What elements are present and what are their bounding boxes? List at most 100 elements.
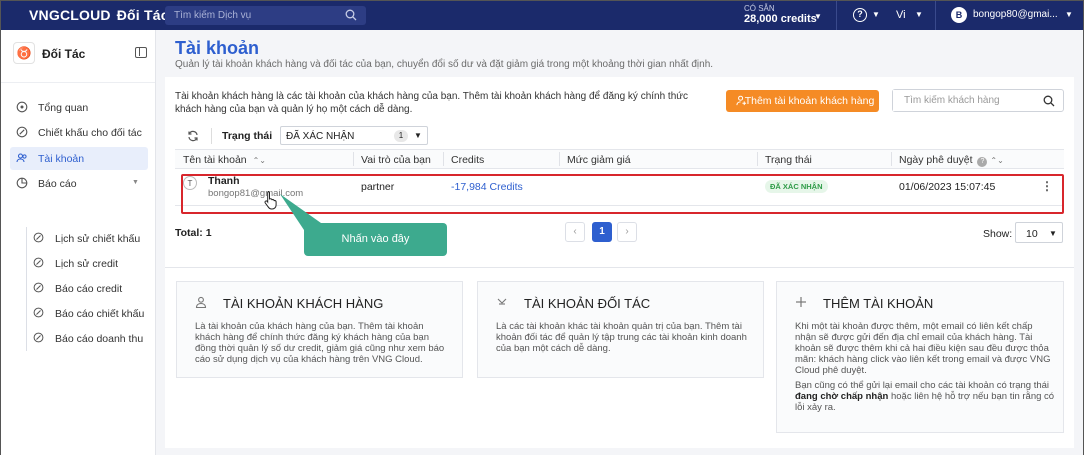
- help-icon[interactable]: ?: [853, 8, 867, 22]
- sidebar-item-label: Lịch sử chiết khấu: [55, 233, 141, 245]
- users-icon: [16, 153, 27, 163]
- language-select[interactable]: Vi: [896, 9, 906, 21]
- status-filter-count: 1: [394, 130, 408, 142]
- sidebar-item-label: Báo cáo doanh thu: [55, 333, 144, 345]
- info-card-line: lỗi xảy ra.: [795, 402, 836, 413]
- search-icon[interactable]: [345, 9, 357, 21]
- page-size-select[interactable]: 10 ▼: [1015, 222, 1063, 243]
- plus-icon: [796, 297, 806, 307]
- sidebar-item-label: Tổng quan: [38, 102, 89, 114]
- chevron-down-icon[interactable]: ▼: [872, 10, 880, 19]
- column-header-account-name[interactable]: Tên tài khoản ⌃⌄: [183, 154, 266, 166]
- chevron-down-icon[interactable]: ▼: [1065, 10, 1073, 19]
- next-page-button[interactable]: ›: [617, 222, 637, 242]
- sidebar-subitem-discount-history[interactable]: Lịch sử chiết khấu: [25, 228, 147, 248]
- divider: [353, 152, 354, 166]
- divider: [935, 1, 936, 30]
- status-filter-value: ĐÃ XÁC NHẬN: [286, 131, 355, 142]
- status-filter-select[interactable]: ĐÃ XÁC NHẬN 1 ▼: [280, 126, 428, 145]
- info-card-line: của bạn một cách dễ dàng.: [496, 343, 611, 354]
- column-header-approved-date[interactable]: Ngày phê duyệt ? ⌃⌄: [899, 154, 1004, 167]
- sidebar-item-label: Chiết khấu cho đối tác: [38, 127, 142, 139]
- info-card-body: Khi một tài khoản được thêm, một email c…: [795, 321, 1050, 376]
- search-icon[interactable]: [1043, 95, 1055, 107]
- logo[interactable]: VNGCLOUD Đối Tác: [29, 7, 169, 23]
- info-card-line: Cloud phê duyệt.: [795, 365, 867, 376]
- credit-value: 28,000 credits: [744, 13, 817, 25]
- percent-icon: [33, 257, 44, 268]
- divider: [836, 1, 837, 30]
- sidebar-brand-label: Đối Tác: [42, 47, 86, 61]
- column-header-credits: Credits: [451, 154, 485, 166]
- info-card-line: Là các tài khoản khác tài khoản quản trị…: [496, 321, 742, 332]
- percent-icon: [33, 307, 44, 318]
- prev-page-button[interactable]: ‹: [565, 222, 585, 242]
- percent-icon: [33, 332, 44, 343]
- service-search-input[interactable]: [165, 6, 335, 25]
- percent-icon: [16, 126, 28, 138]
- info-card-line: Bạn cũng có thể gửi lại email cho các tà…: [795, 380, 1050, 391]
- info-card-bold: đang chờ chấp nhận: [795, 391, 889, 402]
- sidebar-subitem-revenue-report[interactable]: Báo cáo doanh thu: [25, 328, 147, 348]
- divider: [165, 267, 1074, 268]
- partner-icon: [497, 298, 507, 305]
- info-card-line: nhận sẽ được gửi đến địa chỉ email của k…: [795, 332, 1033, 343]
- info-card-line: mãn: khách hàng click vào liên kết trong…: [795, 354, 1051, 365]
- collapse-sidebar-icon[interactable]: [135, 47, 147, 58]
- credit-balance[interactable]: CÓ SẴN 28,000 credits ▼: [744, 4, 822, 25]
- user-menu[interactable]: bongop80@gmai...: [973, 9, 1058, 20]
- column-header-discount: Mức giảm giá: [567, 154, 631, 166]
- sidebar-subitem-discount-report[interactable]: Báo cáo chiết khấu: [25, 303, 147, 323]
- chevron-down-icon: ▼: [1049, 229, 1057, 238]
- add-customer-account-button[interactable]: Thêm tài khoản khách hàng: [726, 90, 879, 112]
- service-search[interactable]: [165, 6, 366, 25]
- logo-vng: VNG: [29, 7, 60, 23]
- divider: [211, 128, 212, 144]
- info-icon: ?: [977, 157, 988, 167]
- sidebar-item-label: Tài khoản: [38, 153, 85, 165]
- main-content: Tài khoản Quản lý tài khoản khách hàng v…: [156, 30, 1083, 455]
- divider: [1, 82, 155, 83]
- chevron-down-icon[interactable]: ▼: [915, 10, 923, 19]
- customer-search-input[interactable]: [893, 90, 1033, 111]
- column-header-label: Tên tài khoản: [183, 154, 247, 166]
- info-card-body: Là các tài khoản khác tài khoản quản trị…: [496, 321, 747, 354]
- info-card-title: TÀI KHOẢN ĐỐI TÁC: [524, 296, 651, 311]
- info-card-line: đồng thời quản lý số dư credit, giảm giá…: [195, 343, 445, 354]
- chevron-down-icon: ▼: [414, 131, 422, 140]
- logo-cloud: CLOUD: [59, 7, 111, 23]
- refresh-icon[interactable]: [187, 130, 199, 142]
- column-header-status: Trạng thái: [765, 154, 812, 166]
- info-card-line: khoản đối tác để quản lý tập trung các t…: [496, 332, 747, 343]
- home-icon: [16, 101, 28, 113]
- partner-logo-icon: ♉: [13, 42, 35, 64]
- divider: [757, 152, 758, 166]
- hand-cursor-icon: [264, 191, 277, 210]
- user-icon: [195, 296, 207, 308]
- sort-icon[interactable]: ⌃⌄: [253, 156, 266, 165]
- info-card-title: THÊM TÀI KHOẢN: [823, 296, 934, 311]
- divider: [559, 152, 560, 166]
- sidebar-item-reports[interactable]: Báo cáo ▼: [10, 172, 148, 195]
- add-button-label: Thêm tài khoản khách hàng: [744, 95, 875, 107]
- info-card-line: cáo sử dụng dịch vụ của khách hàng trên …: [195, 354, 423, 365]
- sidebar-item-overview[interactable]: Tổng quan: [10, 96, 148, 119]
- customer-search[interactable]: [892, 89, 1064, 112]
- percent-icon: [33, 282, 44, 293]
- info-card-line: khách hàng để chính thức đăng ký khách h…: [195, 332, 430, 343]
- sidebar-item-label: Báo cáo chiết khấu: [55, 308, 145, 320]
- sidebar-item-partner-discount[interactable]: Chiết khấu cho đối tác: [10, 121, 148, 144]
- avatar[interactable]: B: [951, 7, 967, 23]
- table-header: Tên tài khoản ⌃⌄ Vai trò của bạn Credits…: [175, 149, 1064, 169]
- sidebar-subitem-credit-report[interactable]: Báo cáo credit: [25, 278, 147, 298]
- sidebar-item-accounts[interactable]: Tài khoản: [10, 147, 148, 170]
- sidebar-item-label: Lịch sử credit: [55, 258, 119, 270]
- total-count: Total: 1: [175, 227, 212, 239]
- sort-icon[interactable]: ⌃⌄: [990, 156, 1003, 165]
- sidebar-subitem-credit-history[interactable]: Lịch sử credit: [25, 253, 147, 273]
- divider: [443, 152, 444, 166]
- chart-icon: [16, 177, 28, 189]
- callout-label: Nhấn vào đây: [304, 223, 447, 256]
- info-card-line: hoặc liên hệ hỗ trợ nếu bạn tin rằng có: [888, 391, 1055, 402]
- page-button-1[interactable]: 1: [592, 222, 612, 242]
